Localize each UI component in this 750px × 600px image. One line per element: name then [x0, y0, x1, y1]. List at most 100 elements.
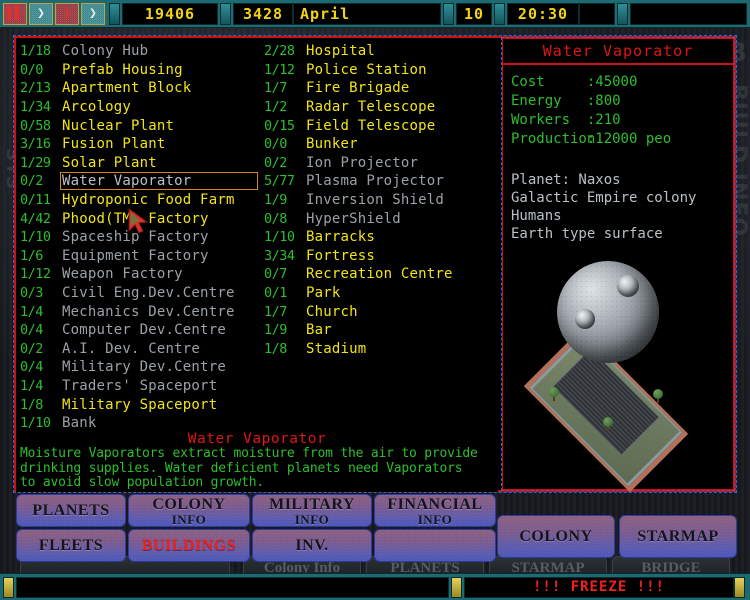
financial-info-button[interactable]: FINANCIAL INFO	[374, 494, 496, 527]
building-row[interactable]: 1/4 Traders' Spaceport	[20, 377, 264, 396]
building-row[interactable]: 1/12 Weapon Factory	[20, 265, 264, 284]
building-row[interactable]: 1/18 Colony Hub	[20, 42, 264, 61]
building-row[interactable]: 1/6 Equipment Factory	[20, 247, 264, 266]
building-name: Barracks	[306, 229, 376, 246]
building-count: 4/42	[20, 210, 51, 227]
building-count: 1/8	[20, 396, 43, 413]
building-row[interactable]: 0/2 Ion Projector	[264, 154, 496, 173]
building-name: Prefab Housing	[62, 61, 183, 78]
planet-info-line: Galactic Empire colony	[511, 190, 697, 206]
building-row[interactable]: 0/1 Park	[264, 284, 496, 303]
building-row[interactable]: 1/8 Military Spaceport	[20, 395, 264, 414]
building-row[interactable]: 1/4 Mechanics Dev.Centre	[20, 302, 264, 321]
description-title: Water Vaporator	[187, 431, 327, 447]
building-name: Fire Brigade	[306, 80, 410, 97]
building-row[interactable]: 0/0 Prefab Housing	[20, 61, 264, 80]
top-control-bar: ▌▌ ❯ ❯ ❯ 19406 3428 April 10 20:30	[0, 0, 750, 28]
building-row[interactable]: 0/15 Field Telescope	[264, 116, 496, 135]
building-count: 2/13	[20, 80, 51, 97]
status-bar: !!! FREEZE !!!	[0, 573, 750, 600]
starmap-button[interactable]: STARMAP	[619, 515, 737, 558]
building-row[interactable]: 1/34 Arcology	[20, 98, 264, 117]
building-row[interactable]: 1/7 Church	[264, 302, 496, 321]
play-icon: ❯	[37, 6, 45, 21]
description-line-1: Moisture Vaporators extract moisture fro…	[20, 446, 478, 461]
planets-button[interactable]: PLANETS	[16, 494, 126, 527]
building-count: 0/1	[264, 285, 287, 302]
building-row[interactable]: 0/7 Recreation Centre	[264, 265, 496, 284]
button-label: COLONY	[152, 495, 226, 513]
building-row[interactable]: 0/8 HyperShield	[264, 209, 496, 228]
building-count: 1/4	[20, 303, 43, 320]
building-count: 0/0	[20, 61, 43, 78]
bar-divider-1	[109, 2, 120, 25]
building-row[interactable]: 0/4 Computer Dev.Centre	[20, 321, 264, 340]
button-row-secondary: FLEETS BUILDINGS INV.	[16, 529, 498, 562]
selection-highlight	[60, 172, 258, 191]
building-row[interactable]: 5/77 Plasma Projector	[264, 172, 496, 191]
fast-forward-button[interactable]: ❯	[55, 2, 79, 25]
turn-counter-display: 19406	[122, 2, 218, 25]
building-count: 0/7	[264, 266, 287, 283]
building-row[interactable]: 0/2 Water Vaporator	[20, 172, 264, 191]
military-info-button[interactable]: MILITARY INFO	[252, 494, 372, 527]
water-vaporator-render	[503, 249, 733, 493]
mouse-cursor-icon	[128, 208, 149, 234]
building-row[interactable]: 1/8 Stadium	[264, 340, 496, 359]
buildings-button[interactable]: BUILDINGS	[128, 529, 250, 562]
building-row[interactable]: 1/9 Inversion Shield	[264, 191, 496, 210]
bar-divider-4	[494, 2, 505, 25]
building-row[interactable]: 1/2 Radar Telescope	[264, 98, 496, 117]
building-name: Recreation Centre	[306, 266, 453, 283]
building-row[interactable]: 2/13 Apartment Block	[20, 79, 264, 98]
info-stats-list: Cost:45000 Energy:800 Workers:210 Productio…	[503, 65, 733, 149]
building-count: 1/9	[264, 192, 287, 209]
building-count: 0/11	[20, 192, 51, 209]
building-count: 1/12	[20, 266, 51, 283]
building-row[interactable]: 1/10 Barracks	[264, 228, 496, 247]
building-row[interactable]: 0/2 A.I. Dev. Centre	[20, 340, 264, 359]
button-label: INV.	[295, 537, 329, 554]
pause-button[interactable]: ▌▌	[3, 2, 27, 25]
building-count: 3/16	[20, 136, 51, 153]
building-row[interactable]: 0/58 Nuclear Plant	[20, 116, 264, 135]
fleets-button[interactable]: FLEETS	[16, 529, 126, 562]
building-row[interactable]: 0/4 Military Dev.Centre	[20, 358, 264, 377]
building-row[interactable]: 0/11 Hydroponic Food Farm	[20, 191, 264, 210]
info-stat-key: Energy	[511, 93, 562, 109]
building-row[interactable]: 1/7 Fire Brigade	[264, 79, 496, 98]
building-row[interactable]: 1/12 Police Station	[264, 61, 496, 80]
fast-forward-icon: ❯	[63, 6, 71, 21]
buildings-column-right: 2/28 Hospital 1/12 Police Station 1/7 Fire Br…	[264, 42, 496, 358]
building-row[interactable]: 1/9 Bar	[264, 321, 496, 340]
building-row[interactable]: 0/3 Civil Eng.Dev.Centre	[20, 284, 264, 303]
play-button[interactable]: ❯	[29, 2, 53, 25]
building-count: 1/12	[264, 61, 295, 78]
empty-button[interactable]	[374, 529, 496, 562]
month-display: April	[293, 2, 441, 25]
colony-button[interactable]: COLONY	[497, 515, 615, 558]
inventory-button[interactable]: INV.	[252, 529, 372, 562]
button-label: STARMAP	[637, 528, 719, 545]
planet-info-line: Earth type surface	[511, 226, 663, 242]
building-count: 0/4	[20, 322, 43, 339]
building-count: 0/8	[264, 210, 287, 227]
button-label: COLONY	[519, 528, 593, 545]
ultra-speed-icon: ❯	[89, 6, 97, 21]
building-row[interactable]: 2/28 Hospital	[264, 42, 496, 61]
building-row[interactable]: 1/29 Solar Plant	[20, 154, 264, 173]
building-name: Inversion Shield	[306, 192, 445, 209]
info-stat-key: Cost	[511, 74, 545, 90]
freeze-alert: !!! FREEZE !!!	[464, 576, 734, 598]
building-name: Plasma Projector	[306, 173, 445, 190]
building-row[interactable]: 0/0 Bunker	[264, 135, 496, 154]
ultra-speed-button[interactable]: ❯	[81, 2, 105, 25]
building-row[interactable]: 3/16 Fusion Plant	[20, 135, 264, 154]
sphere-nodule-icon	[575, 309, 595, 329]
building-count: 1/29	[20, 154, 51, 171]
building-name: Computer Dev.Centre	[62, 322, 226, 339]
building-name: Hospital	[306, 43, 376, 60]
bar-divider-3	[443, 2, 454, 25]
colony-info-button[interactable]: COLONY INFO	[128, 494, 250, 527]
building-row[interactable]: 3/34 Fortress	[264, 247, 496, 266]
